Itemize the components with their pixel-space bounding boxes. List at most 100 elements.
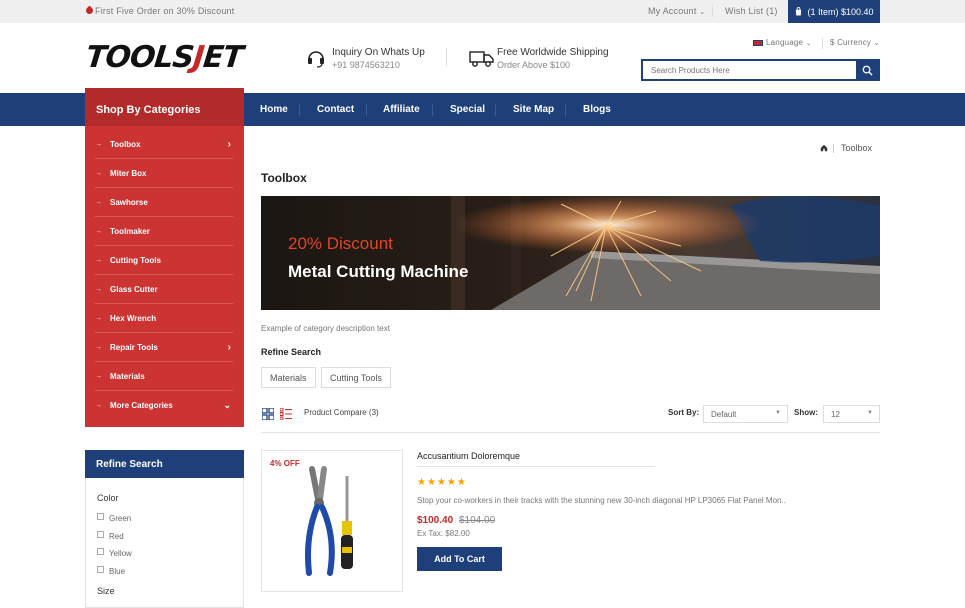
ex-tax: Ex Tax: $82.00 (417, 529, 470, 538)
sort-value: Default (711, 410, 737, 419)
nav-divider (565, 104, 566, 116)
product-image[interactable]: 4% OFF (261, 450, 403, 592)
nav-divider (366, 104, 367, 116)
nav-contact[interactable]: Contact (317, 93, 354, 126)
category-sawhorse[interactable]: → Sawhorse (95, 188, 233, 217)
refine-cutting-tools-button[interactable]: Cutting Tools (321, 367, 391, 388)
arrow-right-icon: → (95, 372, 102, 380)
shopping-bag-icon (796, 7, 802, 16)
show-select[interactable]: 12 ▼ (823, 405, 880, 423)
category-label: Hex Wrench (110, 313, 157, 323)
banner-discount: 20% Discount (288, 234, 393, 253)
category-label: Sawhorse (110, 197, 148, 207)
divider (417, 466, 655, 467)
checkbox-blue[interactable] (97, 566, 104, 573)
category-label: Repair Tools (110, 342, 158, 352)
logo-text-3: ET (201, 40, 245, 75)
rating-stars: ★★★★★ (417, 477, 467, 488)
arrow-right-icon: → (95, 343, 102, 351)
category-cutting-tools[interactable]: → Cutting Tools (95, 246, 233, 275)
category-label: Toolmaker (110, 226, 150, 236)
currency-label: $ Currency (830, 38, 872, 47)
currency-selector[interactable]: $ Currency ⌄ (830, 38, 880, 47)
show-value: 12 (831, 410, 840, 419)
list-view-icon[interactable] (280, 408, 292, 420)
nav-blogs[interactable]: Blogs (583, 93, 611, 126)
truck-icon (469, 51, 494, 67)
checkbox-label: Red (109, 532, 124, 541)
nav-divider (495, 104, 496, 116)
category-materials[interactable]: → Materials (95, 362, 233, 391)
search-button[interactable] (856, 61, 878, 79)
category-miter-box[interactable]: → Miter Box (95, 159, 233, 188)
home-icon[interactable] (820, 144, 828, 152)
category-label: More Categories (110, 401, 173, 410)
refine-search-heading: Refine Search (85, 450, 244, 478)
tag-icon (84, 5, 95, 16)
nav-divider (299, 104, 300, 116)
product-compare-link[interactable]: Product Compare (3) (304, 408, 379, 417)
category-label: Cutting Tools (110, 255, 161, 265)
category-label: Glass Cutter (110, 284, 158, 294)
banner-title: Metal Cutting Machine (288, 262, 469, 281)
chevron-down-icon: ⌄ (805, 40, 812, 47)
arrow-right-icon: → (95, 402, 102, 409)
my-account-link[interactable]: My Account ⌄ (648, 6, 705, 16)
language-label: Language (766, 38, 804, 47)
price-old: $104.00 (459, 515, 496, 526)
cart-button[interactable]: (1 Item) $100.40 (788, 0, 880, 23)
arrow-right-icon: → (95, 140, 102, 148)
category-glass-cutter[interactable]: → Glass Cutter (95, 275, 233, 304)
caret-down-icon: ▼ (775, 410, 781, 416)
category-description: Example of category description text (261, 324, 390, 333)
checkbox-label: Green (109, 514, 132, 523)
category-banner: 20% Discount Metal Cutting Machine (261, 196, 880, 310)
logo[interactable]: TOOLSJET (84, 40, 244, 75)
chevron-down-icon: ⌄ (873, 40, 880, 47)
checkbox-green[interactable] (97, 513, 104, 520)
cart-summary: (1 Item) $100.40 (807, 6, 874, 17)
category-toolmaker[interactable]: → Toolmaker (95, 217, 233, 246)
nav-special[interactable]: Special (450, 93, 485, 126)
category-label: Miter Box (110, 168, 147, 178)
product-name[interactable]: Accusantium Doloremque (417, 451, 520, 461)
shipping-sub: Order Above $100 (497, 60, 571, 70)
sort-select[interactable]: Default ▼ (703, 405, 788, 423)
checkbox-yellow[interactable] (97, 548, 104, 555)
page-title: Toolbox (261, 171, 307, 185)
pliers-screwdriver-image (305, 466, 353, 576)
arrow-right-icon: → (95, 256, 102, 264)
refine-materials-button[interactable]: Materials (261, 367, 316, 388)
color-filter-label: Color (97, 493, 119, 503)
category-label: Toolbox (110, 139, 141, 149)
wishlist-link[interactable]: Wish List (1) (725, 6, 778, 16)
breadcrumb-current[interactable]: Toolbox (841, 143, 872, 153)
grid-view-icon[interactable] (262, 408, 274, 420)
category-hex-wrench[interactable]: → Hex Wrench (95, 304, 233, 333)
arrow-right-icon: → (95, 285, 102, 293)
arrow-right-icon: → (95, 227, 102, 235)
arrow-right-icon: → (95, 198, 102, 206)
nav-divider (432, 104, 433, 116)
category-more[interactable]: → More Categories ⌄ (95, 391, 233, 420)
checkbox-red[interactable] (97, 531, 104, 538)
search-input[interactable] (643, 61, 858, 79)
promo-text: First Five Order on 30% Discount (95, 6, 235, 16)
category-repair-tools[interactable]: → Repair Tools › (95, 333, 233, 362)
nav-site-map[interactable]: Site Map (513, 93, 554, 126)
shipping-title: Free Worldwide Shipping (497, 47, 609, 58)
top-bar: First Five Order on 30% Discount My Acco… (0, 0, 965, 23)
nav-affiliate[interactable]: Affiliate (383, 93, 420, 126)
divider (822, 38, 823, 49)
logo-text-1: TOOLS (84, 40, 196, 75)
size-filter-label: Size (97, 586, 115, 596)
product-description: Stop your co-workers in their tracks wit… (417, 496, 786, 505)
chevron-down-icon: ⌄ (223, 400, 231, 410)
category-toolbox[interactable]: → Toolbox › (95, 130, 233, 159)
language-selector[interactable]: Language ⌄ (766, 38, 812, 47)
arrow-right-icon: → (95, 314, 102, 322)
nav-home[interactable]: Home (260, 93, 288, 126)
add-to-cart-button[interactable]: Add To Cart (417, 547, 502, 571)
search-icon (862, 65, 873, 76)
checkbox-label: Yellow (109, 549, 132, 558)
